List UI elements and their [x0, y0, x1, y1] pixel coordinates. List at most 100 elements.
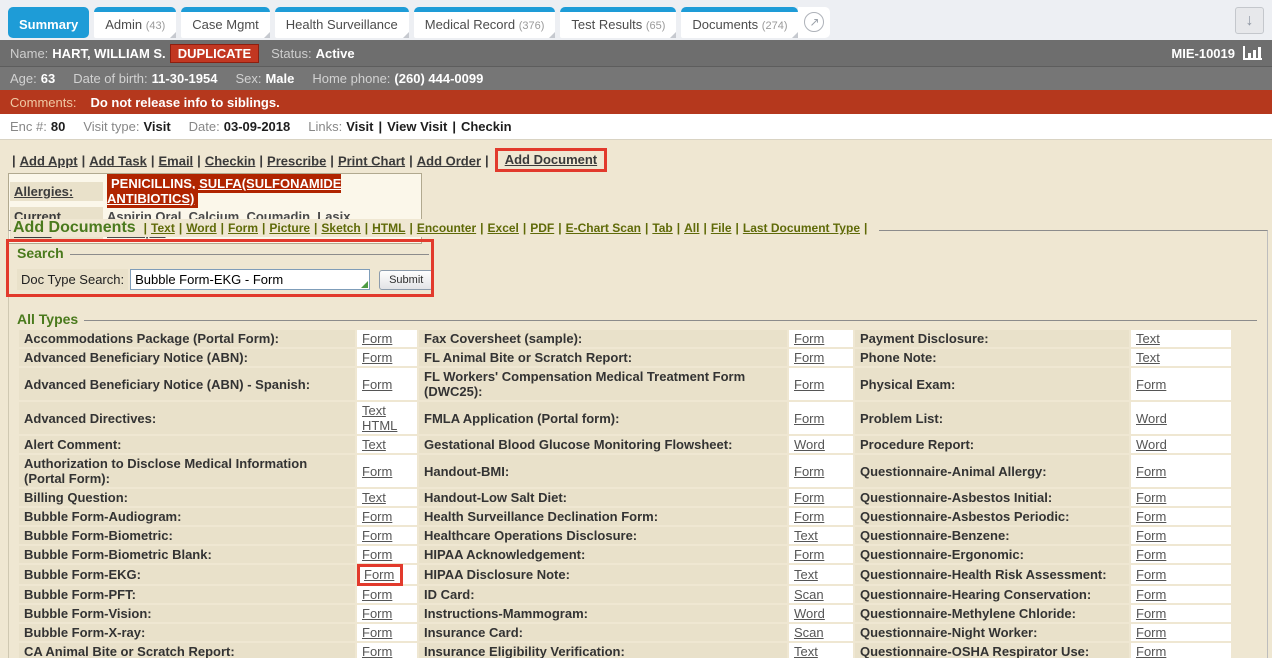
doc-open-link-hipaa-disclosure-note-text[interactable]: Text — [794, 567, 818, 582]
doc-open-link-questionnaire-night-worker-form[interactable]: Form — [1136, 625, 1166, 640]
all-types-legend: All Types — [17, 311, 78, 327]
encounter-link-checkin[interactable]: Checkin — [461, 119, 512, 134]
doc-open-link-bubble-form-biometric-form[interactable]: Form — [362, 528, 392, 543]
doc-open-link-payment-disclosure-text[interactable]: Text — [1136, 331, 1160, 346]
doc-type-link-encounter[interactable]: Encounter — [417, 221, 476, 235]
doc-open-link-problem-list-word[interactable]: Word — [1136, 411, 1167, 426]
doc-open-link-physical-exam-form[interactable]: Form — [1136, 377, 1166, 392]
doc-open-link-questionnaire-osha-respirator-use-form[interactable]: Form — [1136, 644, 1166, 658]
doc-open-link-advanced-beneficiary-notice-abn-form[interactable]: Form — [362, 350, 392, 365]
allergies-link[interactable]: Allergies: — [10, 182, 103, 201]
doc-open-link-bubble-form-audiogram-form[interactable]: Form — [362, 509, 392, 524]
doc-type-link-picture[interactable]: Picture — [269, 221, 310, 235]
tab-admin[interactable]: Admin (43) — [94, 7, 176, 38]
doc-type-search-input[interactable] — [130, 269, 370, 290]
action-link-print-chart[interactable]: Print Chart — [338, 153, 405, 168]
separator: | — [259, 153, 263, 168]
doc-type-link-e-chart-scan[interactable]: E-Chart Scan — [566, 221, 641, 235]
doc-type-link-tab[interactable]: Tab — [652, 221, 672, 235]
doc-type-link-word[interactable]: Word — [186, 221, 216, 235]
doc-open-link-handout-low-salt-diet-form[interactable]: Form — [794, 490, 824, 505]
download-button[interactable]: ↓ — [1235, 7, 1264, 34]
action-link-checkin[interactable]: Checkin — [205, 153, 256, 168]
tab-test-results[interactable]: Test Results (65) — [560, 7, 676, 38]
doc-type-link-form[interactable]: Form — [228, 221, 258, 235]
open-in-new-icon[interactable]: ↗ — [804, 12, 824, 32]
doc-open-link-bubble-form-ekg-form[interactable]: Form — [364, 567, 394, 582]
doc-open-link-id-card-scan[interactable]: Scan — [794, 587, 824, 602]
doc-open-link-questionnaire-health-risk-assessment-form[interactable]: Form — [1136, 567, 1166, 582]
doc-type-link-text[interactable]: Text — [151, 221, 175, 235]
doc-open-link-fl-workers-compensation-medical-treatment-form-dwc25-form[interactable]: Form — [794, 377, 824, 392]
doc-open-link-advanced-beneficiary-notice-abn-spanish-form[interactable]: Form — [362, 377, 392, 392]
tab-summary[interactable]: Summary — [8, 7, 89, 38]
action-link-add-order[interactable]: Add Order — [417, 153, 481, 168]
action-link-add-task[interactable]: Add Task — [89, 153, 147, 168]
resize-grip-icon[interactable] — [361, 281, 368, 288]
doc-open-link-fl-animal-bite-or-scratch-report-form[interactable]: Form — [794, 350, 824, 365]
action-link-add-document[interactable]: Add Document — [505, 152, 597, 167]
action-link-add-appt[interactable]: Add Appt — [20, 153, 78, 168]
doc-open-link-questionnaire-methylene-chloride-form[interactable]: Form — [1136, 606, 1166, 621]
doc-open-link-accommodations-package-portal-form-form[interactable]: Form — [362, 331, 392, 346]
doc-type-link-all[interactable]: All — [684, 221, 699, 235]
doc-open-link-instructions-mammogram-word[interactable]: Word — [794, 606, 825, 621]
action-link-email[interactable]: Email — [158, 153, 193, 168]
bar-chart-icon[interactable] — [1243, 46, 1262, 60]
doc-open-link-bubble-form-pft-form[interactable]: Form — [362, 587, 392, 602]
submit-button[interactable]: Submit — [379, 270, 433, 290]
doc-type-link-excel[interactable]: Excel — [488, 221, 519, 235]
doc-label-gestational-blood-glucose-monitoring-flowsheet: Gestational Blood Glucose Monitoring Flo… — [419, 436, 787, 453]
tab-documents[interactable]: Documents (274) — [681, 7, 798, 38]
doc-open-link-fmla-application-portal-form-form[interactable]: Form — [794, 411, 824, 426]
doc-type-link-last-document-type[interactable]: Last Document Type — [743, 221, 860, 235]
doc-open-link-bubble-form-vision-form[interactable]: Form — [362, 606, 392, 621]
doc-open-link-questionnaire-asbestos-initial-form[interactable]: Form — [1136, 490, 1166, 505]
duplicate-badge[interactable]: DUPLICATE — [170, 44, 259, 63]
doc-open-link-questionnaire-animal-allergy-form[interactable]: Form — [1136, 464, 1166, 479]
visit-type-value: Visit — [143, 119, 170, 134]
doc-open-link-healthcare-operations-disclosure-text[interactable]: Text — [794, 528, 818, 543]
patient-name-bar: Name: HART, WILLIAM S. DUPLICATE Status:… — [0, 40, 1272, 66]
doc-open-link-billing-question-text[interactable]: Text — [362, 490, 386, 505]
tab-medical-record[interactable]: Medical Record (376) — [414, 7, 556, 38]
tab-case-mgmt[interactable]: Case Mgmt — [181, 7, 269, 38]
doc-open-link-advanced-directives-text[interactable]: Text — [362, 403, 386, 418]
doc-open-link-advanced-directives-html[interactable]: HTML — [362, 418, 412, 433]
doc-open-link-questionnaire-asbestos-periodic-form[interactable]: Form — [1136, 509, 1166, 524]
doc-open-link-procedure-report-word[interactable]: Word — [1136, 437, 1167, 452]
doc-open-link-insurance-card-scan[interactable]: Scan — [794, 625, 824, 640]
doc-open-link-questionnaire-hearing-conservation-form[interactable]: Form — [1136, 587, 1166, 602]
encounter-link-view-visit[interactable]: View Visit — [387, 119, 447, 134]
doc-links-cell: Word — [1131, 402, 1231, 434]
doc-open-link-gestational-blood-glucose-monitoring-flowsheet-word[interactable]: Word — [794, 437, 825, 452]
doc-open-link-hipaa-acknowledgement-form[interactable]: Form — [794, 547, 824, 562]
encounter-link-visit[interactable]: Visit — [346, 119, 373, 134]
doc-open-link-questionnaire-ergonomic-form[interactable]: Form — [1136, 547, 1166, 562]
action-link-prescribe[interactable]: Prescribe — [267, 153, 326, 168]
tab-health-surveillance[interactable]: Health Surveillance — [275, 7, 409, 38]
doc-type-link-file[interactable]: File — [711, 221, 732, 235]
allergy-value[interactable]: PENICILLINS, SULFA(SULFONAMIDE ANTIBIOTI… — [107, 174, 341, 208]
doc-open-link-handout-bmi-form[interactable]: Form — [794, 464, 824, 479]
doc-open-link-insurance-eligibility-verification-text[interactable]: Text — [794, 644, 818, 658]
doc-label-healthcare-operations-disclosure: Healthcare Operations Disclosure: — [419, 527, 787, 544]
doc-open-link-bubble-form-x-ray-form[interactable]: Form — [362, 625, 392, 640]
doc-label-questionnaire-asbestos-initial: Questionnaire-Asbestos Initial: — [855, 489, 1129, 506]
doc-open-link-fax-coversheet-sample-form[interactable]: Form — [794, 331, 824, 346]
doc-open-link-bubble-form-biometric-blank-form[interactable]: Form — [362, 547, 392, 562]
doc-open-link-health-surveillance-declination-form-form[interactable]: Form — [794, 509, 824, 524]
doc-open-link-questionnaire-benzene-form[interactable]: Form — [1136, 528, 1166, 543]
doc-label-bubble-form-x-ray: Bubble Form-X-ray: — [19, 624, 355, 641]
dob-value: 11-30-1954 — [152, 71, 218, 86]
doc-open-link-authorization-to-disclose-medical-information-portal-form-form[interactable]: Form — [362, 464, 392, 479]
doc-open-link-phone-note-text[interactable]: Text — [1136, 350, 1160, 365]
doc-links-cell: TextHTML — [357, 402, 417, 434]
doc-open-link-ca-animal-bite-or-scratch-report-form[interactable]: Form — [362, 644, 392, 658]
doc-open-link-alert-comment-text[interactable]: Text — [362, 437, 386, 452]
doc-links-cell: Form — [1131, 508, 1231, 525]
doc-type-link-sketch[interactable]: Sketch — [321, 221, 360, 235]
separator: | — [864, 221, 867, 235]
doc-type-link-pdf[interactable]: PDF — [530, 221, 554, 235]
doc-type-link-html[interactable]: HTML — [372, 221, 405, 235]
